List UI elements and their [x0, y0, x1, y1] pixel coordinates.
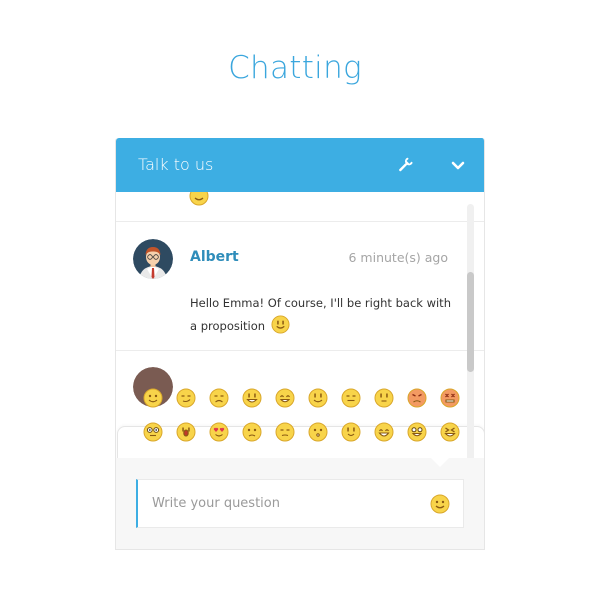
chat-widget: Talk to us Albert 6 minute(s) ago Hello …: [115, 138, 485, 550]
emoji-panel-pointer: [430, 457, 450, 467]
message-timestamp: 6 minute(s) ago: [348, 250, 449, 265]
flat-emoji-icon[interactable]: [374, 388, 394, 408]
neutral-emoji-icon[interactable]: [341, 388, 361, 408]
chevron-down-icon[interactable]: [447, 154, 469, 176]
big-grin-emoji-icon[interactable]: [374, 422, 394, 442]
question-input[interactable]: [152, 480, 422, 527]
smile-emoji-icon: [189, 192, 209, 211]
smile-emoji-icon[interactable]: [143, 388, 163, 408]
message-text: Hello Emma! Of course, I'll be right bac…: [190, 296, 451, 333]
message-body: Hello Emma! Of course, I'll be right bac…: [190, 292, 460, 342]
squint-emoji-icon[interactable]: [440, 422, 460, 442]
scrollbar-thumb[interactable]: [467, 272, 474, 372]
tongue-emoji-icon[interactable]: [407, 422, 427, 442]
worried-emoji-icon[interactable]: [242, 422, 262, 442]
glasses-emoji-icon[interactable]: [143, 422, 163, 442]
compose-area: [116, 457, 484, 549]
smiley-icon[interactable]: [430, 494, 450, 519]
grin-emoji-icon[interactable]: [242, 388, 262, 408]
surprised-emoji-icon[interactable]: [308, 422, 328, 442]
chat-header: Talk to us: [116, 138, 484, 192]
shocked-emoji-icon[interactable]: [176, 422, 196, 442]
laugh-emoji-icon[interactable]: [275, 388, 295, 408]
heart-eyes-emoji-icon[interactable]: [209, 422, 229, 442]
page-title: Chatting: [228, 50, 362, 86]
message-divider: [116, 350, 484, 351]
blushing-emoji-icon[interactable]: [341, 422, 361, 442]
wrench-icon[interactable]: [394, 154, 416, 176]
frown-emoji-icon[interactable]: [209, 388, 229, 408]
message-divider: [116, 221, 484, 222]
smirk-emoji-icon[interactable]: [176, 388, 196, 408]
question-box: [136, 479, 464, 528]
smile-emoji-icon: [271, 315, 290, 342]
furious-emoji-icon[interactable]: [440, 388, 460, 408]
sad-emoji-icon[interactable]: [275, 422, 295, 442]
angry-emoji-icon[interactable]: [407, 388, 427, 408]
message-author[interactable]: Albert: [190, 249, 239, 265]
happy-emoji-icon[interactable]: [308, 388, 328, 408]
avatar: [133, 239, 173, 279]
chat-title: Talk to us: [138, 155, 214, 174]
